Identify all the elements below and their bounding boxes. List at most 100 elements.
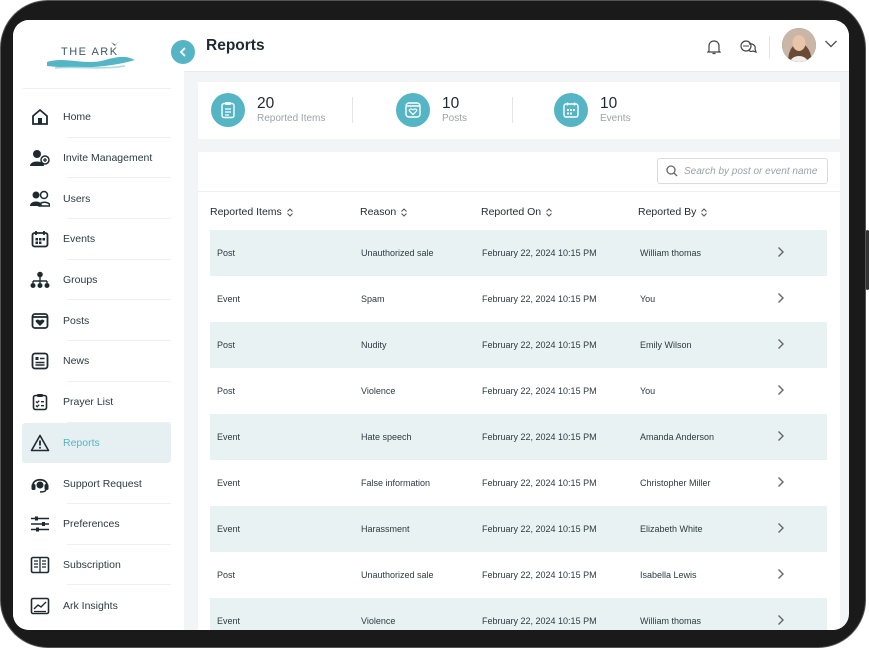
chevron-right-icon[interactable] (777, 476, 785, 488)
sidebar-item-posts[interactable]: Posts (22, 300, 171, 342)
column-header-reported-by[interactable]: Reported By (638, 206, 708, 218)
sidebar-nav: Home Invite Management Users Events Grou… (22, 97, 171, 626)
sidebar-item-events[interactable]: Events (22, 219, 171, 260)
user-photo (782, 28, 816, 62)
sidebar-item-reports[interactable]: Reports (22, 422, 171, 464)
cell-reason: Nudity (361, 340, 387, 350)
chevron-left-icon (179, 47, 186, 57)
collapse-sidebar-button[interactable] (171, 40, 195, 64)
chevron-right-icon[interactable] (777, 292, 785, 304)
chevron-right-icon[interactable] (777, 430, 785, 442)
cell-reason: Violence (361, 616, 396, 626)
reports-table-card: Reported Items Reason Reported On Report… (198, 152, 840, 630)
toolbar-divider (198, 191, 840, 192)
sidebar-item-label: Reports (63, 436, 100, 449)
sidebar-item-news[interactable]: News (22, 341, 171, 382)
chevron-right-icon[interactable] (777, 568, 785, 580)
stat-label: Events (600, 113, 631, 124)
sidebar-item-ark-insights[interactable]: Ark Insights (22, 585, 171, 626)
table-row[interactable]: Post Unauthorized sale February 22, 2024… (210, 230, 827, 276)
sidebar-item-label: Ark Insights (63, 599, 118, 612)
sidebar-item-preferences[interactable]: Preferences (22, 504, 171, 545)
clipboard-icon (211, 93, 245, 127)
cell-reported-on: February 22, 2024 10:15 PM (482, 432, 597, 442)
cell-reported-by: Amanda Anderson (640, 432, 715, 442)
sidebar-item-prayer-list[interactable]: Prayer List (22, 382, 171, 423)
users-icon (30, 189, 50, 209)
cell-reported-on: February 22, 2024 10:15 PM (482, 570, 597, 580)
chevron-right-icon[interactable] (777, 522, 785, 534)
cell-reported-by: Elizabeth White (640, 524, 703, 534)
sidebar-item-subscription[interactable]: Subscription (22, 545, 171, 586)
table-row[interactable]: Event Spam February 22, 2024 10:15 PM Yo… (210, 276, 827, 322)
sliders-icon (30, 514, 50, 534)
cell-item-type: Event (217, 524, 241, 534)
stat-label: Posts (442, 113, 468, 124)
brand-logo[interactable]: THE ARK (45, 36, 137, 76)
table-row[interactable]: Event False information February 22, 202… (210, 460, 827, 506)
sidebar-item-label: Groups (63, 274, 98, 287)
cell-reported-by: Emily Wilson (640, 340, 692, 350)
cell-item-type: Event (217, 478, 241, 488)
cell-reported-by: You (640, 386, 656, 396)
clipboard-list-icon (30, 392, 50, 412)
cell-item-type: Post (217, 340, 236, 350)
sidebar-item-label: Prayer List (63, 396, 114, 409)
column-header-reason[interactable]: Reason (360, 206, 408, 218)
top-bar: Reports (171, 20, 849, 72)
sidebar-item-label: Subscription (63, 558, 121, 571)
sidebar-item-home[interactable]: Home (22, 97, 171, 138)
sidebar-item-support-request[interactable]: Support Request (22, 463, 171, 504)
logo-text: THE ARK (61, 46, 119, 58)
bell-icon (707, 40, 721, 55)
notifications-button[interactable] (705, 38, 723, 56)
search-box[interactable] (657, 158, 828, 184)
table-row[interactable]: Post Violence February 22, 2024 10:15 PM… (210, 368, 827, 414)
cell-item-type: Event (217, 616, 241, 626)
table-row[interactable]: Post Unauthorized sale February 22, 2024… (210, 552, 827, 598)
stat-value: 10 (442, 95, 460, 112)
sidebar-item-invite-management[interactable]: Invite Management (22, 138, 171, 179)
search-input[interactable] (684, 165, 824, 177)
sidebar-item-label: Preferences (63, 518, 120, 531)
cell-reported-on: February 22, 2024 10:15 PM (482, 340, 597, 350)
chevron-right-icon[interactable] (777, 384, 785, 396)
sidebar-divider (23, 88, 171, 89)
cell-reason: Violence (361, 386, 396, 396)
sidebar-item-label: Users (63, 192, 91, 205)
cell-reported-by: You (640, 294, 656, 304)
cell-reason: Harassment (361, 524, 410, 534)
calendar-icon (30, 229, 50, 249)
messages-button[interactable] (739, 38, 757, 56)
table-row[interactable]: Event Violence February 22, 2024 10:15 P… (210, 598, 827, 630)
column-header-label: Reason (360, 206, 397, 218)
chevron-right-icon[interactable] (777, 338, 785, 350)
cell-reported-on: February 22, 2024 10:15 PM (482, 248, 597, 258)
cell-reported-by: Isabella Lewis (640, 570, 697, 580)
sidebar-item-label: Posts (63, 314, 90, 327)
table-row[interactable]: Post Nudity February 22, 2024 10:15 PM E… (210, 322, 827, 368)
table-row[interactable]: Event Harassment February 22, 2024 10:15… (210, 506, 827, 552)
cell-reported-by: William thomas (640, 616, 702, 626)
chevron-right-icon[interactable] (777, 246, 785, 258)
sidebar-item-groups[interactable]: Groups (22, 260, 171, 301)
column-header-reported-on[interactable]: Reported On (481, 206, 552, 218)
search-icon (666, 165, 678, 177)
cell-reported-on: February 22, 2024 10:15 PM (482, 616, 597, 626)
insights-chart-icon (30, 596, 50, 616)
post-heart-icon (30, 311, 50, 331)
table-row[interactable]: Event Hate speech February 22, 2024 10:1… (210, 414, 827, 460)
sidebar-item-users[interactable]: Users (22, 178, 171, 220)
groups-icon (30, 270, 50, 290)
cell-reason: False information (361, 478, 431, 488)
cell-item-type: Event (217, 432, 241, 442)
account-menu-toggle[interactable] (824, 36, 838, 54)
cell-reported-on: February 22, 2024 10:15 PM (482, 478, 597, 488)
sidebar-item-label: Support Request (63, 477, 142, 490)
avatar[interactable] (782, 28, 816, 62)
cell-reported-by: William thomas (640, 248, 702, 258)
stat-divider (512, 97, 513, 123)
chevron-right-icon[interactable] (777, 614, 785, 626)
column-header-reported-items[interactable]: Reported Items (210, 206, 293, 218)
cell-item-type: Event (217, 294, 241, 304)
